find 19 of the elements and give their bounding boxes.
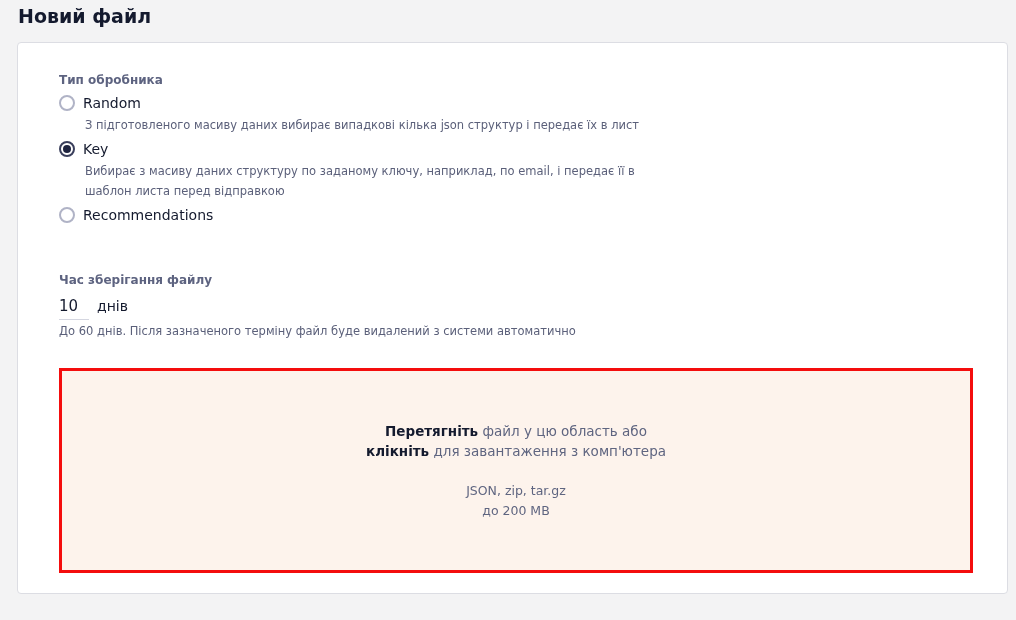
unit-label: днів (97, 298, 128, 316)
file-drop-zone[interactable]: Перетягніть файл у цю область або клікніть для завантаження з комп'ютера JSON, zip, tar.gz до 200 MB (59, 368, 973, 573)
option-description: Вибирає з масиву даних структуру по заданому ключу, наприклад, по email, і передає її в шаблон листа перед відправкою (85, 163, 636, 200)
radio-button[interactable] (59, 95, 75, 111)
radio-button[interactable] (59, 207, 75, 223)
field-hint: До 60 днів. Після зазначеного терміну файл буде видалений з системи автоматично (59, 324, 577, 338)
radio-option[interactable]: Random (59, 95, 141, 111)
max-size: до 200 MB (482, 501, 550, 520)
days-input[interactable]: 10 (59, 295, 89, 320)
drop-instruction: клікніть для завантаження з комп'ютера (366, 441, 666, 461)
field-label: Тип обробника (59, 73, 164, 87)
drop-instruction: Перетягніть файл у цю область або (385, 421, 647, 441)
radio-option[interactable]: Key (59, 141, 109, 157)
file-formats: JSON, zip, tar.gz (466, 481, 566, 500)
radio-option[interactable]: Recommendations (59, 207, 214, 223)
option-description: З підготовленого масиву даних вибирає випадкові кілька json структур і передає їх в лист (85, 117, 641, 134)
field-label: Час зберігання файлу (59, 273, 214, 287)
radio-button[interactable] (59, 141, 75, 157)
page-title: Новий файл (18, 4, 153, 28)
